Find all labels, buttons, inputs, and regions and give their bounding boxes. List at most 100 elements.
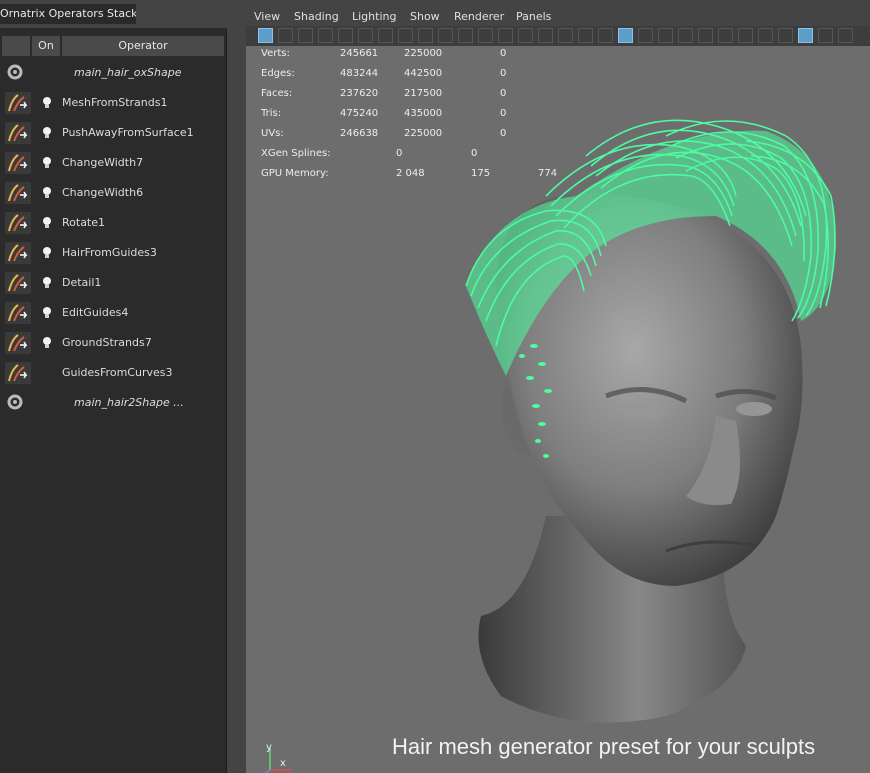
menu-view[interactable]: View [254,8,280,26]
hud-value: 0 [396,148,403,159]
hud-value: 2 048 [396,168,425,179]
motion-icon[interactable] [778,28,793,43]
operator-row[interactable]: main_hair_oxShape [2,58,224,88]
operator-row[interactable]: GroundStrands7 [2,328,224,358]
hud-label: Edges: [261,68,295,79]
lightbulb-icon[interactable] [42,246,52,260]
axis-y-label: y [266,742,272,753]
operator-row[interactable]: main_hair2Shape ... [2,388,224,418]
operator-row[interactable]: PushAwayFromSurface1 [2,118,224,148]
lightbulb-icon[interactable] [42,126,52,140]
hud-label: Verts: [261,48,290,59]
menu-lighting[interactable]: Lighting [352,8,396,26]
change-width-icon [4,181,32,205]
mesh-from-strands-icon [4,91,32,115]
hud-value: 0 [500,108,507,119]
operator-label: Rotate1 [62,216,106,229]
text-icon[interactable] [578,28,593,43]
circle-icon[interactable] [498,28,513,43]
lasso-icon[interactable] [278,28,293,43]
bookmark-icon[interactable] [398,28,413,43]
3d-viewport[interactable]: Verts: 245661 225000 0 Edges: 483244 442500 0 Fa… [246,46,870,773]
column-header: On Operator [2,36,224,56]
lock-icon[interactable] [378,28,393,43]
menu-renderer[interactable]: Renderer [454,8,504,26]
image2-icon[interactable] [558,28,573,43]
viewport-toolbar [246,26,870,46]
shadow-icon[interactable] [718,28,733,43]
ao-icon[interactable] [678,28,693,43]
operator-row[interactable]: GuidesFromCurves3 [2,358,224,388]
operator-label: Detail1 [62,276,102,289]
lightbulb-icon[interactable] [42,276,52,290]
hud-value: 435000 [404,108,443,119]
operator-label: ChangeWidth6 [62,186,144,199]
change-width-icon [4,151,32,175]
menu-panels[interactable]: Panels [516,8,551,26]
cube-active-icon[interactable] [618,28,633,43]
iso-icon[interactable] [838,28,853,43]
operator-row[interactable]: Detail1 [2,268,224,298]
operator-label: GroundStrands7 [62,336,152,349]
move-icon[interactable] [358,28,373,43]
cube-icon[interactable] [598,28,613,43]
hud-label: Tris: [261,108,282,119]
lightbulb-icon[interactable] [42,186,52,200]
camera-icon[interactable] [318,28,333,43]
paint-icon[interactable] [298,28,313,43]
eye-right [736,402,772,416]
operator-row[interactable]: Rotate1 [2,208,224,238]
hud-label: GPU Memory: [261,168,329,179]
menu-show[interactable]: Show [410,8,440,26]
menu-shading[interactable]: Shading [294,8,339,26]
circle2-icon[interactable] [518,28,533,43]
hud-value: 225000 [404,128,443,139]
operator-row[interactable]: HairFromGuides3 [2,238,224,268]
sphere3-icon[interactable] [758,28,773,43]
cube2-icon[interactable] [658,28,673,43]
lightbulb-icon[interactable] [42,216,52,230]
hud-label: Faces: [261,88,293,99]
hud-value: 225000 [404,48,443,59]
caption-text: Hair mesh generator preset for your scul… [392,734,816,759]
operator-label: GuidesFromCurves3 [62,366,173,379]
lightbulb-icon[interactable] [42,156,52,170]
x-ray-icon[interactable] [798,28,813,43]
hud-value: 0 [500,68,507,79]
hud-label: UVs: [261,128,284,139]
grid-icon[interactable] [478,28,493,43]
rect-icon[interactable] [818,28,833,43]
operator-column-header[interactable]: Operator [62,36,224,56]
operator-row[interactable]: ChangeWidth6 [2,178,224,208]
gear-icon [4,391,32,415]
rotate-icon [4,211,32,235]
film2-icon[interactable] [458,28,473,43]
hud-value: 246638 [340,128,379,139]
lightbulb-icon[interactable] [42,336,52,350]
operators-panel: Ornatrix Operators Stack On Operator mai… [0,0,228,773]
operator-row[interactable]: MeshFromStrands1 [2,88,224,118]
hud-value: 0 [500,88,507,99]
push-away-icon [4,121,32,145]
panel-title-tab[interactable]: Ornatrix Operators Stack [0,4,136,24]
operator-row[interactable]: ChangeWidth7 [2,148,224,178]
lightbulb-icon[interactable] [42,96,52,110]
edit-guides-icon [4,301,32,325]
select-icon[interactable] [258,28,273,43]
hud-value: 475240 [340,108,379,119]
hud-value: 0 [500,48,507,59]
sphere-icon[interactable] [638,28,653,43]
light-icon[interactable] [698,28,713,43]
stack-icon[interactable] [438,28,453,43]
sphere2-icon[interactable] [738,28,753,43]
image-icon[interactable] [418,28,433,43]
hud-value: 0 [471,148,478,159]
operator-label: main_hair_oxShape [74,66,182,79]
lightbulb-icon[interactable] [42,306,52,320]
on-column-header[interactable]: On [32,36,60,56]
hud-value: 237620 [340,88,379,99]
square-icon[interactable] [538,28,553,43]
operator-row[interactable]: EditGuides4 [2,298,224,328]
hud-value: 245661 [340,48,379,59]
film-icon[interactable] [338,28,353,43]
